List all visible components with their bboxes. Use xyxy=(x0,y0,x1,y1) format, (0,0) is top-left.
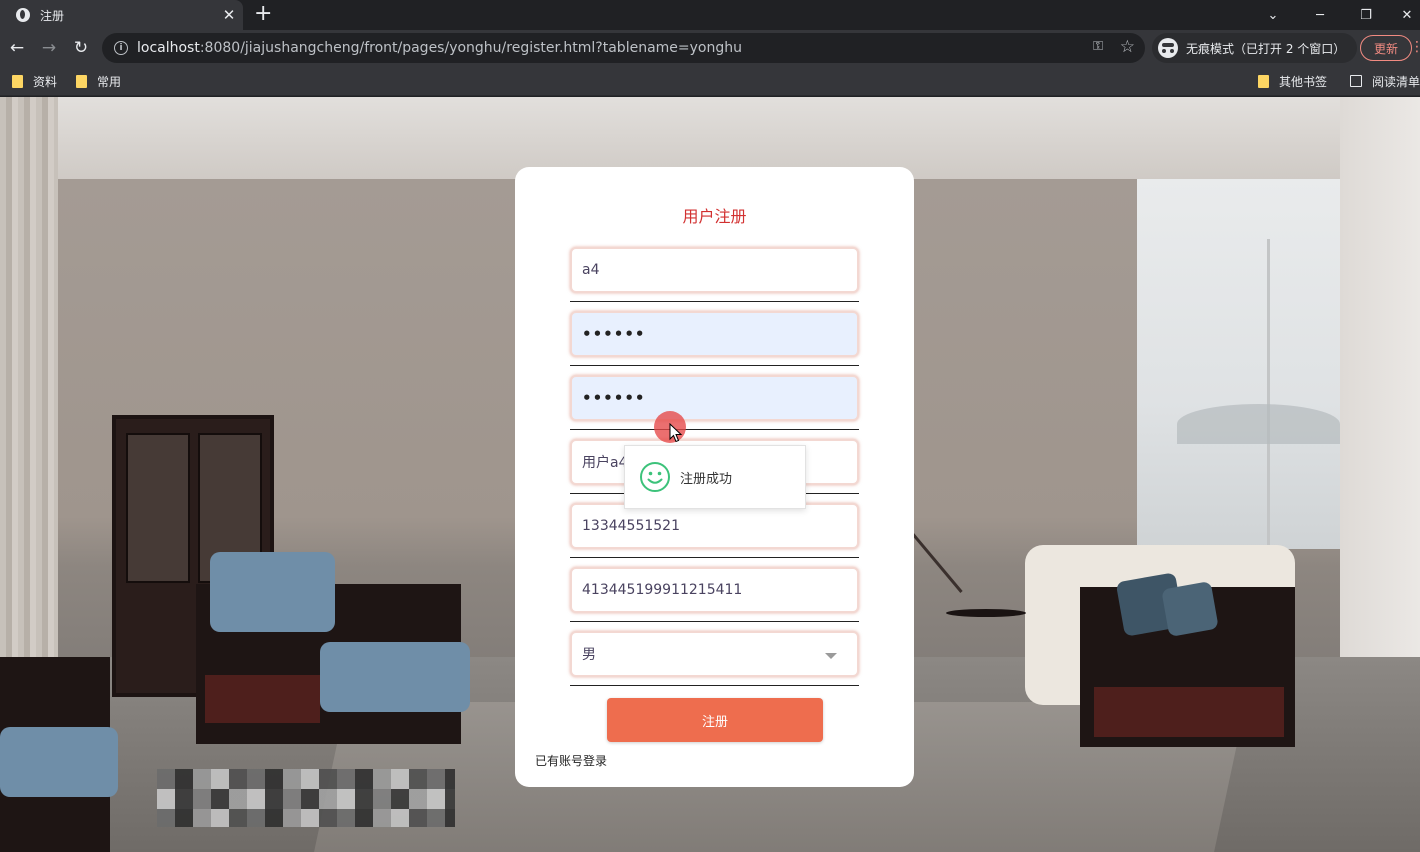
login-link[interactable]: 已有账号登录 xyxy=(535,752,607,769)
tab-search-icon[interactable]: ⌄ xyxy=(1250,0,1296,30)
chevron-down-icon xyxy=(825,653,837,659)
folder-icon xyxy=(12,74,23,88)
bookmark-star-icon[interactable]: ☆ xyxy=(1120,37,1135,57)
password-input[interactable]: •••••• xyxy=(570,311,859,357)
new-tab-button[interactable]: + xyxy=(254,3,272,25)
url-host: localhost xyxy=(137,40,200,56)
background-chair-back xyxy=(210,552,335,632)
toast-message: 注册成功 xyxy=(680,471,733,487)
reload-icon[interactable]: ↻ xyxy=(69,36,93,60)
bookmark-folder-changyong[interactable]: 常用 xyxy=(76,72,121,90)
background-pillow xyxy=(1161,581,1219,637)
background-sofa-base xyxy=(1094,687,1284,737)
success-toast: 注册成功 xyxy=(624,445,806,509)
browser-toolbar: ← → ↻ i localhost:8080/jiajushangcheng/f… xyxy=(0,30,1420,66)
password-value: •••••• xyxy=(582,325,646,343)
window-mullion xyxy=(1267,239,1270,549)
close-window-button[interactable]: ✕ xyxy=(1384,0,1420,30)
minimize-button[interactable]: ─ xyxy=(1297,0,1343,30)
browser-tab-strip: 注册 ✕ + ⌄ ─ ❐ ✕ xyxy=(0,0,1420,30)
field-underline xyxy=(570,365,859,366)
field-underline xyxy=(570,557,859,558)
confirm-password-input[interactable]: •••••• xyxy=(570,375,859,421)
background-chair-left xyxy=(0,727,118,797)
tab-close-icon[interactable]: ✕ xyxy=(215,6,243,24)
folder-icon xyxy=(1258,74,1269,88)
update-button[interactable]: 更新 xyxy=(1360,35,1412,61)
register-button[interactable]: 注册 xyxy=(607,698,823,742)
url-path: :8080/jiajushangcheng/front/pages/yonghu… xyxy=(199,40,742,56)
confirm-password-value: •••••• xyxy=(582,389,646,407)
id-card-input[interactable]: 413445199911215411 xyxy=(570,567,859,613)
name-value: 用户a4 xyxy=(582,455,628,471)
restore-button[interactable]: ❐ xyxy=(1343,0,1389,30)
bookmark-label: 常用 xyxy=(97,74,122,89)
globe-icon xyxy=(16,8,30,22)
other-bookmarks-label: 其他书签 xyxy=(1279,74,1328,89)
other-bookmarks[interactable]: 其他书签 xyxy=(1258,72,1327,90)
cabinet-glass xyxy=(126,433,190,583)
gender-value: 男 xyxy=(582,647,596,663)
browser-tab-register[interactable]: 注册 ✕ xyxy=(0,0,243,30)
reading-list[interactable]: 阅读清单 xyxy=(1350,72,1420,90)
mouse-pointer-icon xyxy=(669,423,683,443)
smile-icon xyxy=(640,462,670,492)
page-title: 用户注册 xyxy=(682,207,747,226)
incognito-label: 无痕模式（已打开 2 个窗口） xyxy=(1186,41,1346,56)
account-input[interactable]: a4 xyxy=(570,247,859,293)
folder-icon xyxy=(76,74,87,88)
site-info-icon[interactable]: i xyxy=(114,41,128,55)
field-underline xyxy=(570,429,859,430)
background-window xyxy=(1137,179,1340,549)
field-underline xyxy=(570,685,859,686)
field-underline xyxy=(570,301,859,302)
background-lamp xyxy=(908,529,963,593)
incognito-indicator[interactable]: 无痕模式（已打开 2 个窗口） xyxy=(1152,33,1358,63)
reading-list-label: 阅读清单 xyxy=(1372,74,1420,89)
id-card-value: 413445199911215411 xyxy=(582,582,743,598)
back-arrow-icon[interactable]: ← xyxy=(5,36,29,60)
bookmarks-bar: 资料 常用 其他书签 阅读清单 xyxy=(0,66,1420,96)
background-side-table xyxy=(946,609,1026,617)
background-curtain xyxy=(0,97,58,697)
phone-value: 13344551521 xyxy=(582,518,680,534)
forward-arrow-icon[interactable]: → xyxy=(37,36,61,60)
incognito-icon xyxy=(1158,38,1178,58)
address-bar[interactable]: i localhost:8080/jiajushangcheng/front/p… xyxy=(102,33,1145,63)
bookmark-label: 资料 xyxy=(33,74,58,89)
account-value: a4 xyxy=(582,262,600,278)
phone-input[interactable]: 13344551521 xyxy=(570,503,859,549)
background-chair-base xyxy=(205,675,320,723)
reading-list-icon xyxy=(1350,75,1362,87)
gender-select[interactable]: 男 xyxy=(570,631,859,677)
background-chair-seat xyxy=(320,642,470,712)
url-text: localhost:8080/jiajushangcheng/front/pag… xyxy=(137,40,742,56)
tab-title: 注册 xyxy=(40,8,65,23)
pixelated-watermark xyxy=(157,769,455,827)
window-mountain xyxy=(1177,404,1340,444)
key-icon[interactable]: ⚿ xyxy=(1093,39,1103,54)
field-underline xyxy=(570,621,859,622)
menu-kebab-icon[interactable]: ⋮ xyxy=(1410,39,1420,55)
bookmark-folder-ziliao[interactable]: 资料 xyxy=(12,72,57,90)
